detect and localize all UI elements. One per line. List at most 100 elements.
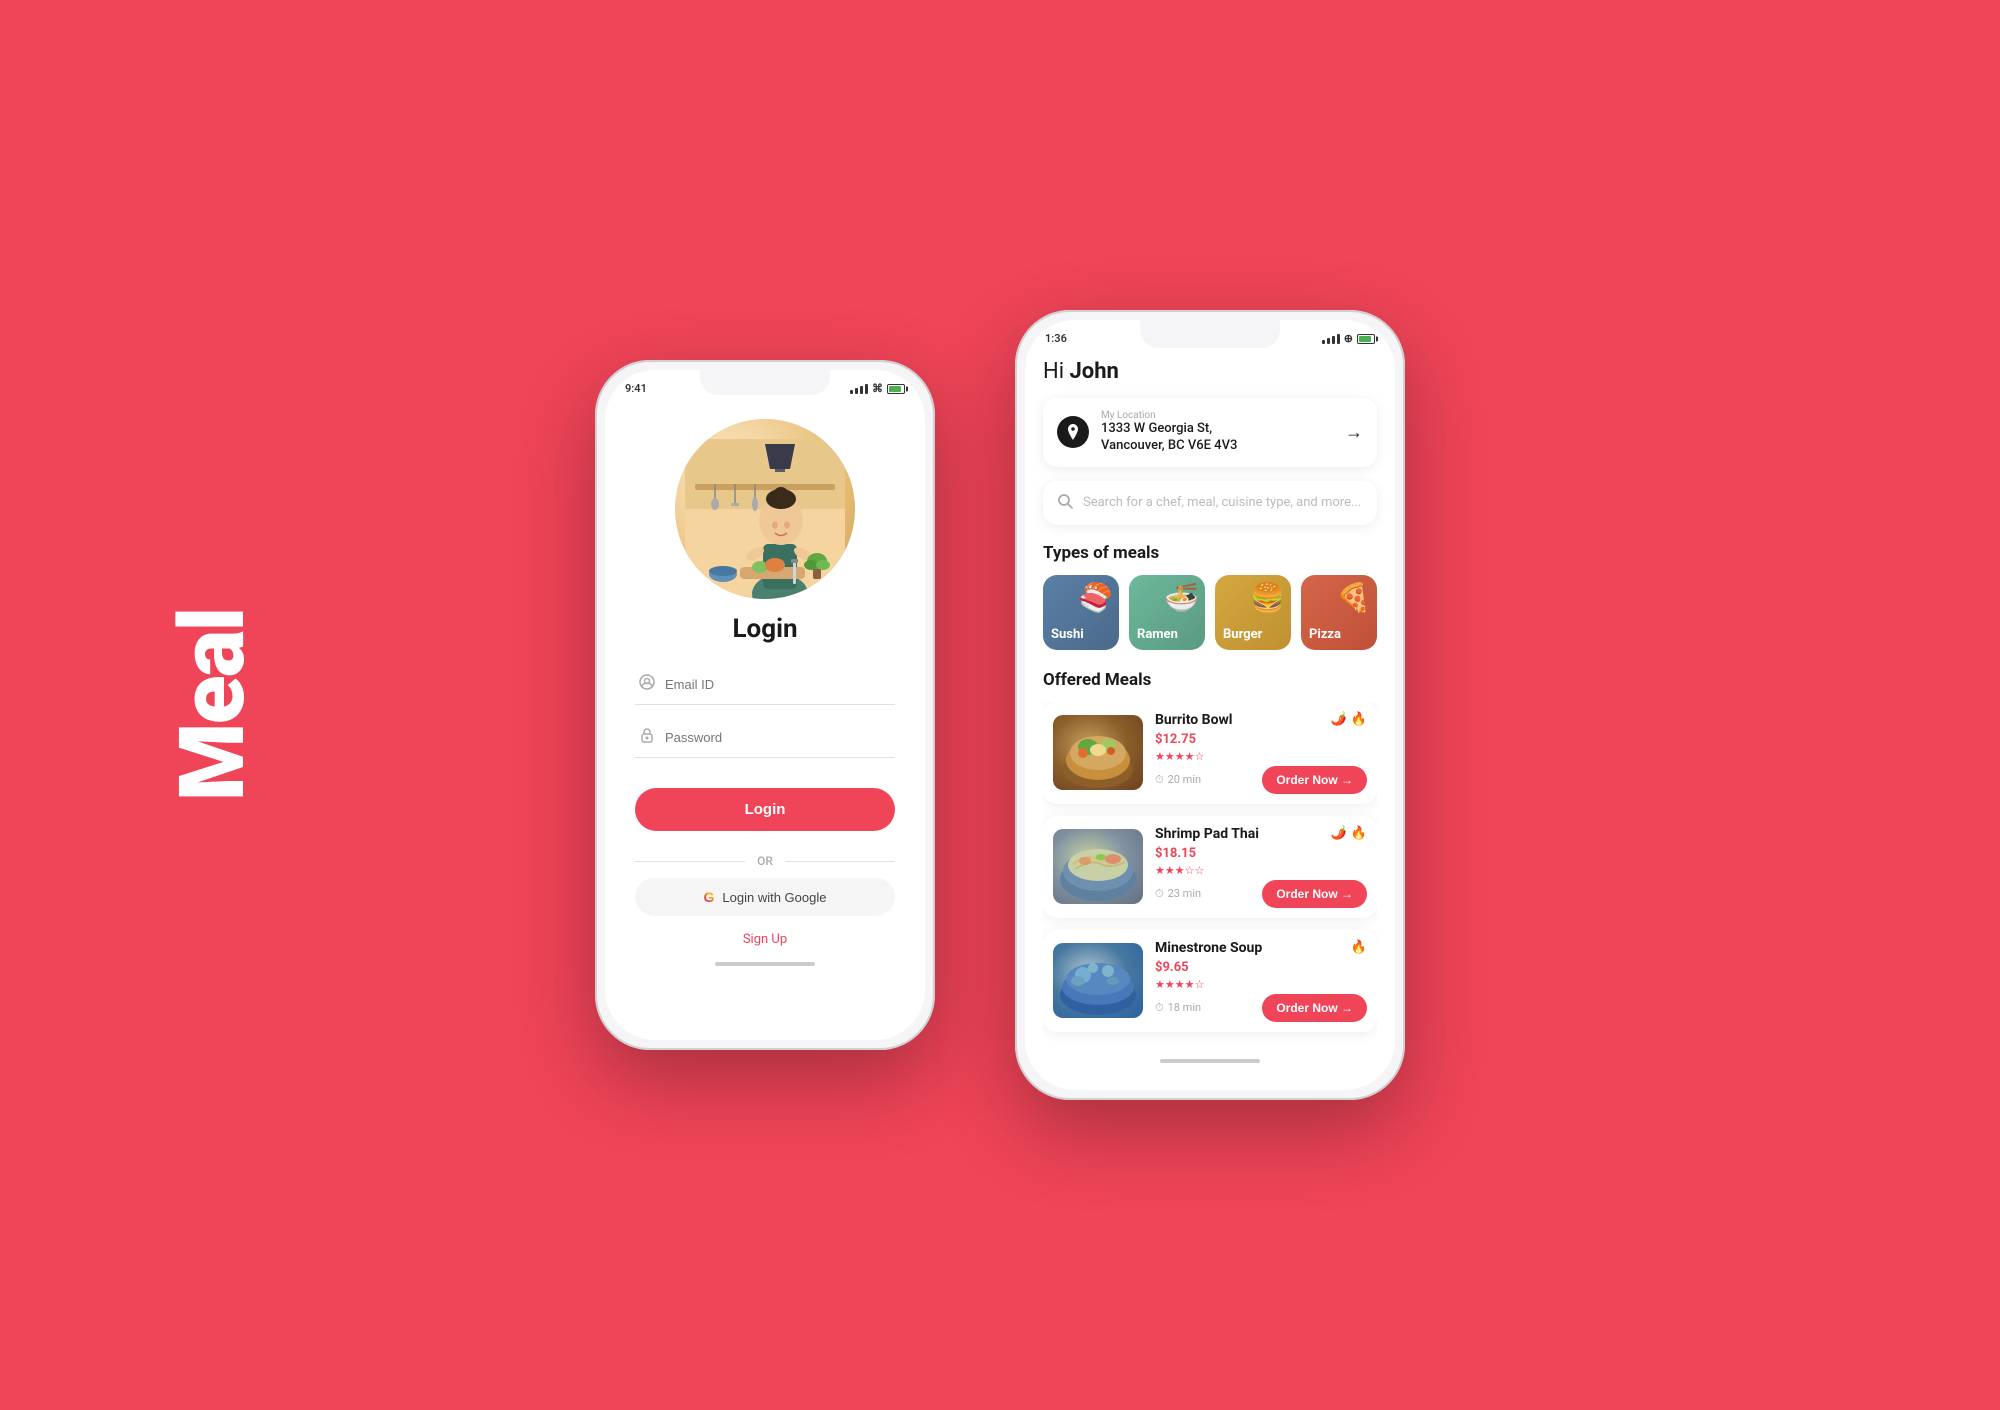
padthai-hot-icon: 🔥 [1351,826,1367,841]
minestrone-image [1053,943,1143,1018]
padthai-tags: 🌶️ 🔥 [1331,826,1367,841]
padthai-spicy-icon: 🌶️ [1331,826,1347,841]
username: John [1070,359,1119,384]
home-screen-inner: 1:36 ⊕ Hi Jo [1025,320,1395,1090]
padthai-stars: ★★★☆☆ [1155,864,1367,877]
burrito-name: Burrito Bowl 🌶️ 🔥 [1155,712,1367,728]
minestrone-info: Minestrone Soup 🔥 $9.65 ★★★★☆ ⏱18 min [1155,940,1367,1022]
password-icon [639,727,655,747]
location-address: 1333 W Georgia St, Vancouver, BC V6E 4V3 [1101,421,1333,455]
home-home-bar [1160,1059,1260,1063]
signup-anchor[interactable]: Sign Up [743,932,787,947]
or-line-left [635,861,745,862]
home-screen-content: Hi John My Location 1333 W Georgia St, V… [1025,349,1395,1044]
google-button-label: Login with Google [722,890,826,905]
or-text: OR [757,854,773,868]
home-phone: 1:36 ⊕ Hi Jo [1015,310,1405,1100]
minestrone-tags: 🔥 [1351,940,1367,955]
padthai-name: Shrimp Pad Thai 🌶️ 🔥 [1155,826,1367,842]
home-status-icons: ⊕ [1322,332,1375,345]
home-time: 1:36 [1045,332,1067,345]
meal-card-padthai[interactable]: Shrimp Pad Thai 🌶️ 🔥 $18.15 ★★★☆☆ ⏱ [1043,816,1377,918]
offered-meals-list: Burrito Bowl 🌶️ 🔥 $12.75 ★★★★☆ ⏱20 [1043,702,1377,1044]
meal-types-grid: 🍣 Sushi 🍜 Ramen 🍔 Burger 🍕 Pizza [1043,575,1377,650]
minestrone-price: $9.65 [1155,960,1367,975]
password-field[interactable] [635,717,895,758]
password-input[interactable] [665,730,891,745]
pizza-label: Pizza [1309,627,1341,642]
home-bar [715,962,815,966]
burrito-stars: ★★★★☆ [1155,750,1367,763]
meal-type-sushi[interactable]: 🍣 Sushi [1043,575,1119,650]
meal-types-title: Types of meals [1043,543,1377,563]
battery-icon [887,384,905,394]
chef-illustration [675,419,855,599]
pizza-emoji: 🍕 [1336,581,1371,614]
padthai-info: Shrimp Pad Thai 🌶️ 🔥 $18.15 ★★★☆☆ ⏱ [1155,826,1367,908]
location-info: My Location 1333 W Georgia St, Vancouver… [1101,410,1333,455]
or-line-right [785,861,895,862]
home-notch [1140,320,1280,348]
minestrone-stars: ★★★★☆ [1155,978,1367,991]
login-form: Login OR G Login with Google Sign Up [605,664,925,947]
burrito-tags: 🌶️ 🔥 [1331,712,1367,727]
login-phone: 9:41 ⌘ [595,360,935,1050]
home-greeting: Hi John [1043,359,1377,384]
meal-type-ramen[interactable]: 🍜 Ramen [1129,575,1205,650]
phones-container: 9:41 ⌘ [595,310,1405,1100]
padthai-image [1053,829,1143,904]
home-wifi-icon: ⊕ [1344,332,1353,345]
search-placeholder: Search for a chef, meal, cuisine type, a… [1083,495,1361,510]
ramen-emoji: 🍜 [1164,581,1199,614]
login-time: 9:41 [625,382,647,395]
email-input[interactable] [665,677,891,692]
login-status-icons: ⌘ [850,382,905,395]
chef-svg [685,439,845,599]
burrito-bottom: ⏱20 min Order Now → [1155,766,1367,794]
sushi-emoji: 🍣 [1078,581,1113,614]
wifi-icon: ⌘ [872,382,883,395]
signup-link[interactable]: Sign Up [635,928,895,947]
meal-type-burger[interactable]: 🍔 Burger [1215,575,1291,650]
padthai-order-button[interactable]: Order Now → [1262,880,1367,908]
email-field[interactable] [635,664,895,705]
login-screen-inner: 9:41 ⌘ [605,370,925,1040]
minestrone-time: ⏱18 min [1155,1001,1201,1015]
offered-meals-title: Offered Meals [1043,670,1377,690]
search-bar[interactable]: Search for a chef, meal, cuisine type, a… [1043,481,1377,525]
hot-icon: 🔥 [1351,712,1367,727]
google-login-button[interactable]: G Login with Google [635,878,895,916]
login-button[interactable]: Login [635,788,895,831]
sushi-label: Sushi [1051,627,1084,642]
meal-card-minestrone[interactable]: Minestrone Soup 🔥 $9.65 ★★★★☆ ⏱18 min [1043,930,1377,1032]
illustration-bg [675,419,855,599]
app-title: Meal [160,609,265,801]
minestrone-bottom: ⏱18 min Order Now → [1155,994,1367,1022]
google-icon: G [704,889,715,905]
location-pin-icon [1057,416,1089,448]
burrito-image [1053,715,1143,790]
minestrone-order-button[interactable]: Order Now → [1262,994,1367,1022]
minestrone-hot-icon: 🔥 [1351,940,1367,955]
login-title: Login [605,614,925,644]
login-notch [700,370,830,395]
ramen-label: Ramen [1137,627,1178,642]
location-arrow-icon[interactable]: → [1345,422,1363,443]
burger-emoji: 🍔 [1250,581,1285,614]
meal-card-burrito[interactable]: Burrito Bowl 🌶️ 🔥 $12.75 ★★★★☆ ⏱20 [1043,702,1377,804]
spicy-icon: 🌶️ [1331,712,1347,727]
burrito-order-button[interactable]: Order Now → [1262,766,1367,794]
location-label: My Location [1101,410,1333,421]
minestrone-name: Minestrone Soup 🔥 [1155,940,1367,956]
burrito-info: Burrito Bowl 🌶️ 🔥 $12.75 ★★★★☆ ⏱20 [1155,712,1367,794]
location-card[interactable]: My Location 1333 W Georgia St, Vancouver… [1043,398,1377,467]
home-battery-icon [1357,334,1375,344]
email-icon [639,674,655,694]
or-divider: OR [635,854,895,868]
burger-label: Burger [1223,627,1262,642]
meal-type-pizza[interactable]: 🍕 Pizza [1301,575,1377,650]
home-signal-icon [1322,334,1340,344]
padthai-bottom: ⏱23 min Order Now → [1155,880,1367,908]
burrito-time: ⏱20 min [1155,773,1201,787]
signal-icon [850,384,868,394]
